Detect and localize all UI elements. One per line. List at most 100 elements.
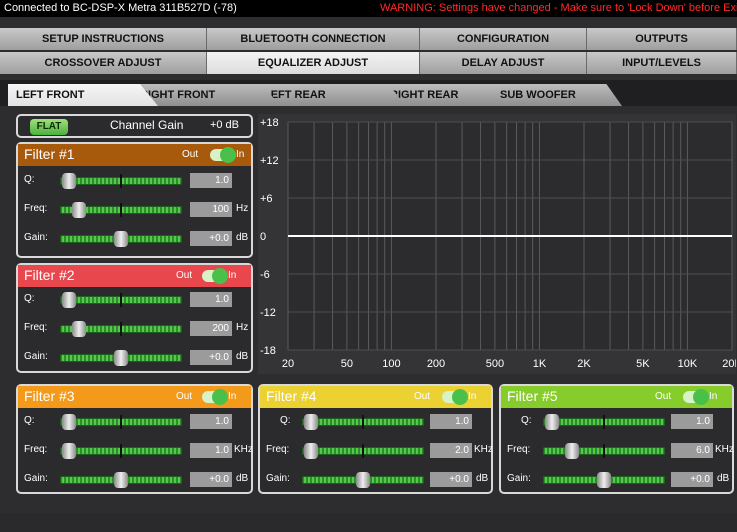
- x-tick-label: 500: [486, 358, 504, 370]
- freq-unit: KHz: [234, 444, 253, 455]
- slider-center-tick: [120, 444, 122, 458]
- slider-thumb[interactable]: [114, 350, 128, 366]
- slider-thumb[interactable]: [597, 472, 611, 488]
- filter-4-out-label: Out: [414, 391, 431, 402]
- slider-center-tick: [603, 415, 605, 429]
- slider-thumb[interactable]: [62, 414, 76, 430]
- settings-warning: WARNING: Settings have changed - Make su…: [380, 2, 737, 14]
- freq-unit: KHz: [474, 444, 493, 455]
- x-tick-label: 1K: [533, 358, 547, 370]
- freq-unit: Hz: [236, 203, 249, 214]
- slider-thumb[interactable]: [356, 472, 370, 488]
- filter-4-gain-slider[interactable]: [302, 472, 424, 488]
- channel-tab-sub-woofer[interactable]: SUB WOOFER: [492, 84, 622, 106]
- filter-5-q-slider[interactable]: [543, 414, 665, 430]
- filter-1-gain-slider[interactable]: [60, 231, 182, 247]
- filter-1-gain-value[interactable]: +0.0: [190, 231, 232, 246]
- gain-label: Gain:: [24, 351, 48, 362]
- slider-thumb[interactable]: [72, 321, 86, 337]
- filter-4-q-row: Q: 1.0: [260, 412, 491, 432]
- y-tick-label: +12: [260, 155, 279, 167]
- filter-1-freq-row: Freq: 100 Hz: [18, 200, 251, 220]
- slider-thumb[interactable]: [565, 443, 579, 459]
- tab-setup-instructions[interactable]: SETUP INSTRUCTIONS: [0, 28, 207, 50]
- filter-4-toggle[interactable]: [442, 389, 468, 405]
- slider-center-tick: [120, 293, 122, 307]
- slider-thumb[interactable]: [62, 443, 76, 459]
- filter-1-q-slider[interactable]: [60, 173, 182, 189]
- tab-configuration[interactable]: CONFIGURATION: [420, 28, 587, 50]
- slider-thumb[interactable]: [304, 443, 318, 459]
- filter-4-q-slider[interactable]: [302, 414, 424, 430]
- q-label: Q:: [24, 174, 35, 185]
- tab-equalizer-adjust[interactable]: EQUALIZER ADJUST: [207, 52, 420, 74]
- filter-5-header: Filter #5 Out In: [501, 386, 732, 408]
- filter-2-gain-slider[interactable]: [60, 350, 182, 366]
- slider-thumb[interactable]: [62, 173, 76, 189]
- slider-center-tick: [362, 415, 364, 429]
- filter-2-q-value[interactable]: 1.0: [190, 292, 232, 307]
- filter-4-gain-value[interactable]: +0.0: [430, 472, 472, 487]
- filter-4-panel: Filter #4 Out In Q: 1.0 Freq: 2.0 KHz Ga…: [258, 384, 493, 494]
- filter-2-freq-slider[interactable]: [60, 321, 182, 337]
- filter-4-gain-row: Gain: +0.0 dB: [260, 470, 491, 490]
- slider-thumb[interactable]: [304, 414, 318, 430]
- filter-3-freq-row: Freq: 1.0 KHz: [18, 441, 253, 461]
- filter-2-gain-value[interactable]: +0.0: [190, 350, 232, 365]
- filter-3-out-label: Out: [176, 391, 193, 402]
- filter-3-panel: Filter #3 Out In Q: 1.0 Freq: 1.0 KHz Ga…: [16, 384, 253, 494]
- filter-1-out-label: Out: [182, 149, 199, 160]
- filter-3-toggle[interactable]: [202, 389, 228, 405]
- flat-button[interactable]: FLAT: [30, 119, 68, 135]
- filter-5-freq-slider[interactable]: [543, 443, 665, 459]
- toggle-knob: [212, 268, 228, 284]
- filter-1-toggle[interactable]: [210, 147, 236, 163]
- filter-3-gain-value[interactable]: +0.0: [190, 472, 232, 487]
- filter-4-freq-value[interactable]: 2.0: [430, 443, 472, 458]
- filter-3-gain-row: Gain: +0.0 dB: [18, 470, 251, 490]
- x-tick-label: 50: [341, 358, 353, 370]
- status-bar: Connected to BC-DSP-X Metra 311B527D (-7…: [0, 0, 737, 17]
- tab-outputs[interactable]: OUTPUTS: [587, 28, 737, 50]
- eq-graph-svg: +18 +12 +6 0 -6 -12 -18 20 50 100 200 500 1K 2K 5K 10K 2…: [260, 117, 736, 370]
- slider-thumb[interactable]: [545, 414, 559, 430]
- filter-1-title: Filter #1: [24, 146, 75, 162]
- filter-1-q-value[interactable]: 1.0: [190, 173, 232, 188]
- tab-crossover-adjust[interactable]: CROSSOVER ADJUST: [0, 52, 207, 74]
- tab-bluetooth-connection[interactable]: BLUETOOTH CONNECTION: [207, 28, 420, 50]
- filter-4-header: Filter #4 Out In: [260, 386, 491, 408]
- slider-center-tick: [120, 203, 122, 217]
- filter-2-q-slider[interactable]: [60, 292, 182, 308]
- channel-tab-left-front[interactable]: LEFT FRONT: [8, 84, 158, 106]
- x-tick-label: 100: [382, 358, 400, 370]
- filter-5-q-value[interactable]: 1.0: [671, 414, 713, 429]
- filter-4-q-value[interactable]: 1.0: [430, 414, 472, 429]
- tab-input-levels[interactable]: INPUT/LEVELS: [587, 52, 737, 74]
- gain-unit: dB: [476, 473, 489, 484]
- filter-1-freq-slider[interactable]: [60, 202, 182, 218]
- filter-2-title: Filter #2: [24, 267, 75, 283]
- filter-2-freq-value[interactable]: 200: [190, 321, 232, 336]
- filter-5-freq-value[interactable]: 6.0: [671, 443, 713, 458]
- filter-5-toggle[interactable]: [683, 389, 709, 405]
- filter-3-q-value[interactable]: 1.0: [190, 414, 232, 429]
- slider-thumb[interactable]: [114, 472, 128, 488]
- channel-gain-label: Channel Gain: [110, 118, 184, 132]
- filter-2-toggle[interactable]: [202, 268, 228, 284]
- filter-1-freq-value[interactable]: 100: [190, 202, 232, 217]
- filter-4-freq-slider[interactable]: [302, 443, 424, 459]
- slider-thumb[interactable]: [72, 202, 86, 218]
- filter-3-q-slider[interactable]: [60, 414, 182, 430]
- filter-5-gain-slider[interactable]: [543, 472, 665, 488]
- y-tick-label: +18: [260, 117, 279, 129]
- filter-3-freq-slider[interactable]: [60, 443, 182, 459]
- filter-5-gain-value[interactable]: +0.0: [671, 472, 713, 487]
- filter-3-freq-value[interactable]: 1.0: [190, 443, 232, 458]
- channel-tab-left-rear[interactable]: LEFT REAR: [256, 84, 406, 106]
- tab-delay-adjust[interactable]: DELAY ADJUST: [420, 52, 587, 74]
- slider-thumb[interactable]: [114, 231, 128, 247]
- slider-thumb[interactable]: [62, 292, 76, 308]
- freq-label: Freq:: [24, 203, 48, 214]
- x-tick-label: 10K: [678, 358, 698, 370]
- filter-3-gain-slider[interactable]: [60, 472, 182, 488]
